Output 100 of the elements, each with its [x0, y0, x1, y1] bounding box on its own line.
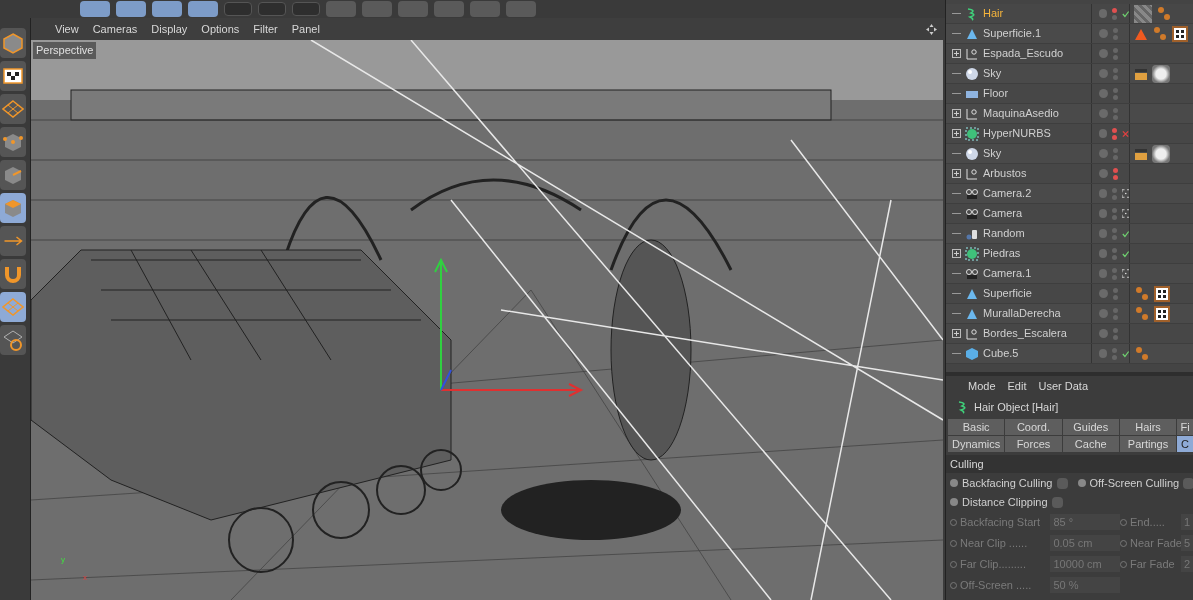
- target-icon[interactable]: [1121, 269, 1129, 278]
- object-name[interactable]: Camera.2: [983, 185, 1032, 202]
- null-object-icon: [965, 46, 979, 61]
- play-tool-icon[interactable]: [258, 2, 286, 16]
- object-name[interactable]: Floor: [983, 85, 1009, 102]
- sphere-icon: [965, 66, 979, 81]
- texture-tag-icon[interactable]: [1154, 305, 1170, 322]
- object-name[interactable]: Hair: [983, 5, 1004, 22]
- nurbs-icon: [965, 246, 979, 261]
- field-label: Near Clip ......: [959, 535, 1029, 551]
- toolbar-tool-icon[interactable]: [152, 1, 182, 17]
- object-name[interactable]: Cube.5: [983, 345, 1019, 362]
- camera-label: Perspective: [33, 42, 97, 59]
- object-name[interactable]: Camera.1: [983, 265, 1032, 282]
- checkbox-label: Off-Screen Culling: [1089, 475, 1180, 491]
- attribute-tab[interactable]: Fi: [1177, 419, 1193, 435]
- object-tool-icon[interactable]: [398, 1, 428, 17]
- object-tool-icon[interactable]: [434, 1, 464, 17]
- object-name[interactable]: Random: [983, 225, 1025, 242]
- checkbox[interactable]: [1183, 477, 1193, 489]
- cube-icon: [2, 32, 24, 54]
- section-header: Culling: [946, 455, 1193, 473]
- expand-icon[interactable]: [952, 129, 961, 138]
- object-name[interactable]: Superficie: [983, 285, 1032, 302]
- object-name[interactable]: HyperNURBS: [983, 125, 1051, 142]
- attributes-menu-item[interactable]: Edit: [1007, 377, 1027, 395]
- toolbar-tool-icon[interactable]: [80, 1, 110, 17]
- object-name[interactable]: Camera: [983, 205, 1023, 222]
- check-icon[interactable]: [1121, 349, 1129, 358]
- attribute-tab[interactable]: C: [1177, 436, 1193, 452]
- expand-icon[interactable]: [952, 169, 961, 178]
- rotate-grid-icon: [2, 329, 24, 351]
- attribute-tab[interactable]: Cache: [1062, 436, 1119, 452]
- toolbar-tool-icon[interactable]: [188, 1, 218, 17]
- attribute-tab[interactable]: Basic: [948, 419, 1005, 435]
- check-icon[interactable]: [1121, 9, 1129, 18]
- sphere-icon: [965, 146, 979, 161]
- object-name[interactable]: Piedras: [983, 245, 1021, 262]
- viewport-menu-item[interactable]: Panel: [291, 20, 320, 38]
- object-name[interactable]: Sky: [983, 65, 1002, 82]
- viewport-menu-item[interactable]: Options: [201, 20, 240, 38]
- viewport-menu-item[interactable]: Display: [151, 20, 188, 38]
- nurbs-icon: [965, 126, 979, 141]
- field-label: Far Fade: [1130, 556, 1176, 572]
- play-tool-icon[interactable]: [224, 2, 252, 16]
- checkbox[interactable]: [1056, 477, 1068, 489]
- expand-icon[interactable]: [952, 249, 961, 258]
- viewport-menu-item[interactable]: Filter: [253, 20, 278, 38]
- check-icon[interactable]: [1121, 249, 1129, 258]
- viewport-menu-item[interactable]: Cameras: [92, 20, 138, 38]
- attribute-tab[interactable]: Partings: [1119, 436, 1177, 452]
- expand-icon[interactable]: [952, 109, 961, 118]
- check-icon[interactable]: [1121, 229, 1129, 238]
- attributes-menu-item[interactable]: User Data: [1038, 377, 1089, 395]
- texture-tag-icon[interactable]: [1172, 25, 1188, 42]
- object-tool-icon[interactable]: [470, 1, 500, 17]
- sky-tag-icon[interactable]: [1152, 144, 1170, 163]
- object-name[interactable]: Espada_Escudo: [983, 45, 1064, 62]
- texture-tag-icon[interactable]: [1154, 285, 1170, 302]
- object-tool-icon[interactable]: [326, 1, 356, 17]
- object-name[interactable]: Arbustos: [983, 165, 1027, 182]
- clapperboard-tag-icon[interactable]: [1134, 66, 1148, 81]
- object-name[interactable]: Bordes_Escalera: [983, 325, 1067, 342]
- target-icon[interactable]: [1121, 189, 1129, 198]
- checkerboard-icon: [2, 65, 24, 87]
- axis-label: x: [83, 572, 87, 584]
- checkbox-label: Backfacing Culling: [962, 475, 1053, 491]
- camera-icon: [965, 266, 979, 281]
- cube-icon: [965, 346, 979, 361]
- tool-button[interactable]: [0, 61, 26, 91]
- object-name[interactable]: Sky: [983, 145, 1002, 162]
- target-icon[interactable]: [1121, 209, 1129, 218]
- cube-points-icon: [2, 131, 24, 153]
- attribute-tab[interactable]: Forces: [1005, 436, 1062, 452]
- cube-polygons-icon: [2, 197, 24, 219]
- attribute-tab[interactable]: Dynamics: [948, 436, 1005, 452]
- field-label: Far Clip.........: [959, 556, 1027, 572]
- attributes-menu-item[interactable]: Mode: [968, 377, 996, 395]
- expand-icon[interactable]: [952, 329, 961, 338]
- field-label: End.....: [1130, 514, 1166, 530]
- grid-icon: [2, 296, 24, 318]
- attribute-tab[interactable]: Hairs: [1119, 419, 1177, 435]
- phong-tag-icon[interactable]: [1134, 345, 1150, 362]
- object-tool-icon[interactable]: [506, 1, 536, 17]
- object-tool-icon[interactable]: [362, 1, 392, 17]
- sky-tag-icon[interactable]: [1152, 64, 1170, 83]
- material-tag-icon[interactable]: [1134, 4, 1152, 23]
- play-tool-icon[interactable]: [292, 2, 320, 16]
- toolbar-tool-icon[interactable]: [116, 1, 146, 17]
- cross-icon[interactable]: [1121, 129, 1129, 138]
- attribute-tab[interactable]: Coord.: [1005, 419, 1062, 435]
- clapperboard-tag-icon[interactable]: [1134, 146, 1148, 161]
- axis-label: y: [61, 554, 65, 566]
- move-view-icon[interactable]: [926, 23, 937, 35]
- attribute-tab[interactable]: Guides: [1062, 419, 1119, 435]
- expand-icon[interactable]: [952, 49, 961, 58]
- viewport-menu-item[interactable]: View: [55, 20, 79, 38]
- attributes-title: Hair Object [Hair]: [974, 399, 1059, 415]
- field-label: Backfacing Start: [959, 514, 1042, 530]
- checkbox[interactable]: [1051, 496, 1063, 508]
